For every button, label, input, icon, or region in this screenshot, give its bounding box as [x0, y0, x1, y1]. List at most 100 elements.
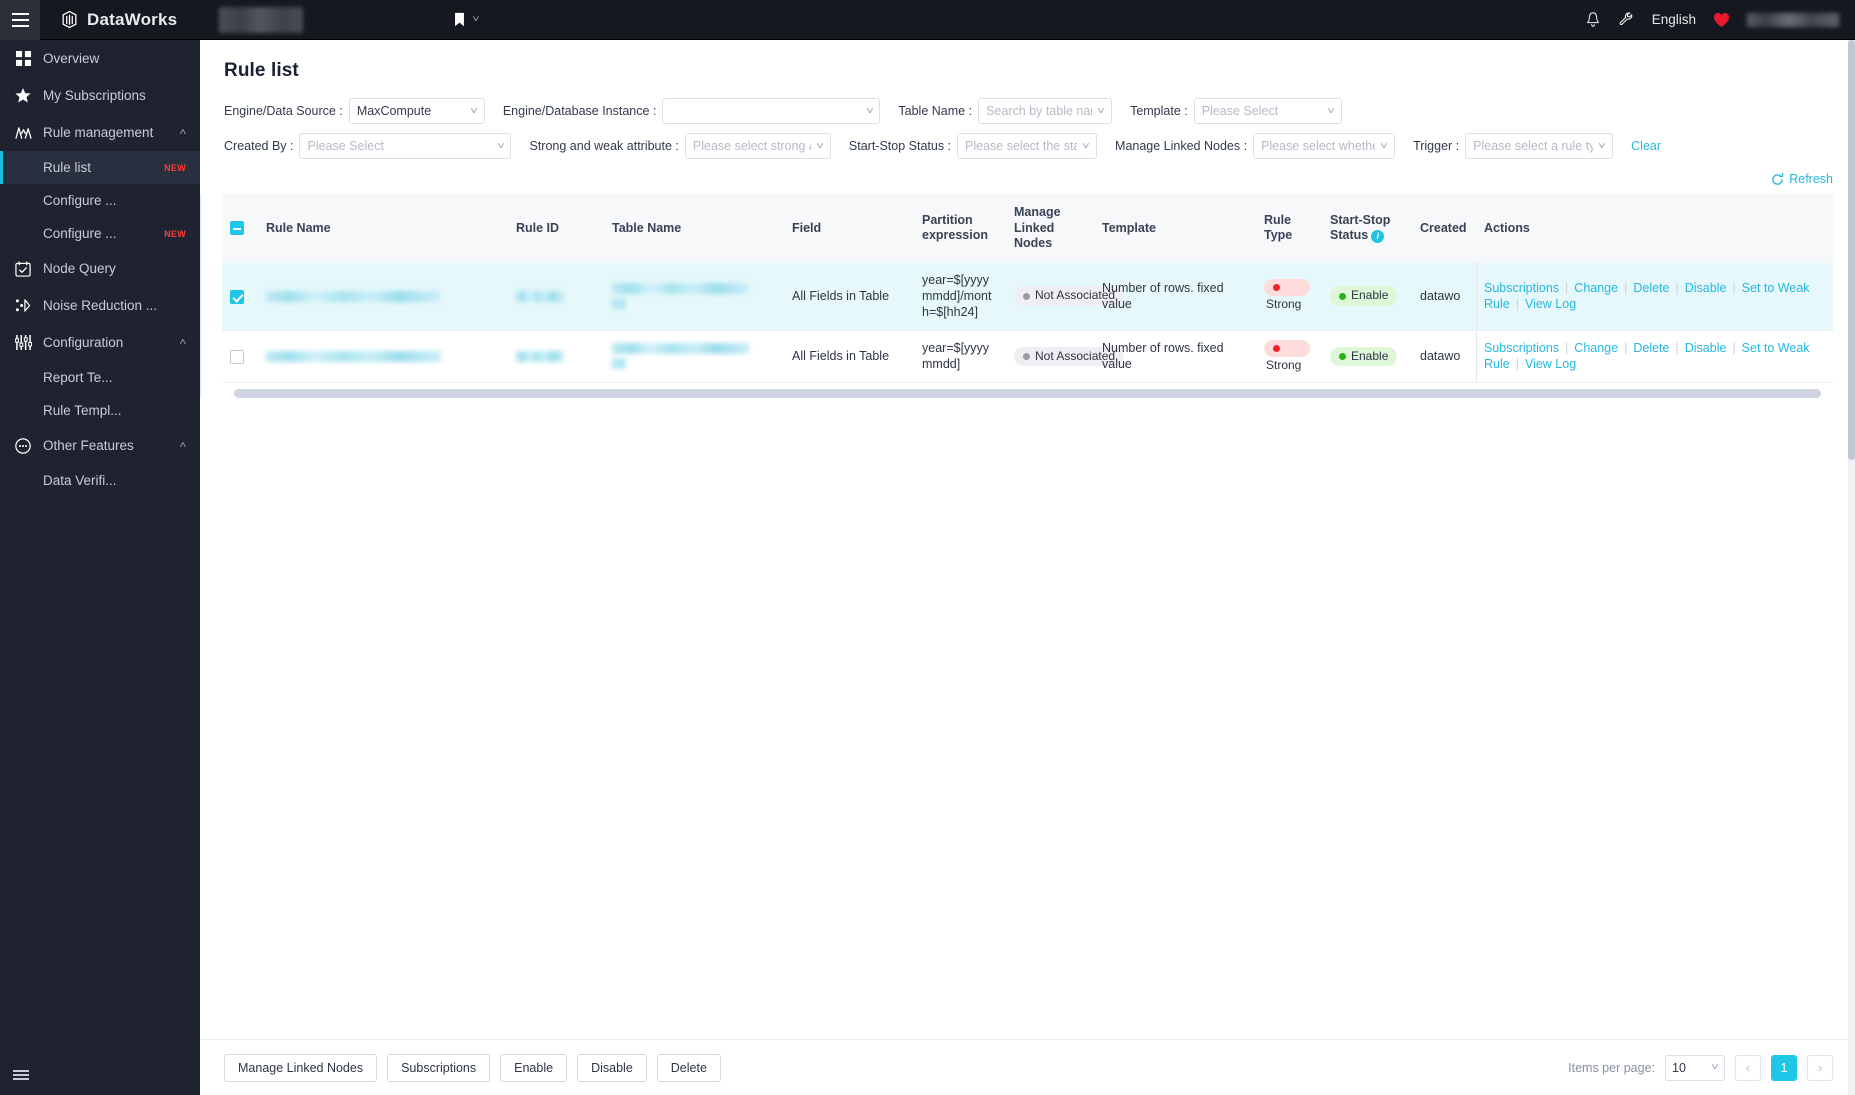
chevron-left-icon: ‹ — [1745, 1060, 1751, 1075]
col-rule-name[interactable]: Rule Name — [258, 194, 508, 263]
wrench-icon[interactable] — [1618, 11, 1635, 28]
page-scrollbar-thumb[interactable] — [1848, 40, 1855, 460]
engine-data-source-select[interactable]: MaxCompute ˅ — [348, 98, 485, 124]
col-template[interactable]: Template — [1094, 194, 1256, 263]
cell-rule-name — [258, 262, 508, 331]
actions-divider — [200, 194, 201, 399]
table-horizontal-scrollbar[interactable] — [234, 389, 1821, 399]
chevron-down-icon: ˅ — [496, 140, 505, 152]
action-disable[interactable]: Disable — [1685, 341, 1727, 355]
username-redacted[interactable] — [1747, 12, 1839, 27]
table-name-redacted — [612, 283, 749, 295]
engine-database-instance-select[interactable]: ˅ — [662, 98, 881, 124]
table-header-row: Rule Name Rule ID Table Name Field Parti… — [200, 194, 1833, 399]
sidebar-collapse-button[interactable] — [0, 1055, 200, 1095]
info-icon[interactable]: i — [1371, 229, 1385, 243]
rule-id-redacted — [516, 350, 564, 362]
table-name-search-select[interactable]: Search by table name ˅ — [978, 98, 1113, 124]
row-checkbox[interactable] — [230, 350, 244, 364]
sidebar-item-label: Overview — [43, 51, 100, 66]
sidebar-item-configure-2[interactable]: Configure ... NEW — [0, 217, 200, 250]
table-row[interactable]: All Fields in Table year=$[yyyymmdd] Not… — [222, 330, 1833, 384]
filter-label: Table Name : — [898, 104, 973, 118]
col-partition-expression[interactable]: Partition expression — [914, 194, 1006, 263]
start-stop-status-select[interactable]: Please select the star ˅ — [957, 133, 1098, 159]
action-separator: | — [1565, 341, 1569, 356]
sidebar-group-rule-management[interactable]: Rule management ˄ — [0, 114, 200, 151]
subscriptions-button[interactable]: Subscriptions — [387, 1053, 491, 1082]
page-number-1[interactable]: 1 — [1771, 1054, 1797, 1081]
filter-label: Engine/Data Source : — [224, 104, 343, 118]
language-selector[interactable]: English — [1652, 12, 1696, 27]
action-subscriptions[interactable]: Subscriptions — [1484, 341, 1559, 355]
sidebar-group-other-features[interactable]: Other Features ˄ — [0, 427, 200, 464]
prev-page-button[interactable]: ‹ — [1735, 1054, 1761, 1081]
sidebar-item-noise-reduction[interactable]: Noise Reduction ... — [0, 287, 200, 324]
sidebar-item-node-query[interactable]: Node Query — [0, 250, 200, 287]
cell-rule-id — [508, 262, 604, 331]
template-select[interactable]: Please Select ˅ — [1193, 98, 1342, 124]
next-page-button[interactable]: › — [1807, 1054, 1833, 1081]
cell-field: All Fields in Table — [784, 330, 914, 384]
action-view-log[interactable]: View Log — [1525, 357, 1576, 371]
trigger-select[interactable]: Please select a rule ty ˅ — [1465, 133, 1614, 159]
enable-button[interactable]: Enable — [500, 1053, 568, 1082]
manage-linked-nodes-select[interactable]: Please select whethe ˅ — [1253, 133, 1396, 159]
menu-toggle-icon[interactable] — [0, 0, 40, 40]
action-subscriptions[interactable]: Subscriptions — [1484, 281, 1559, 295]
delete-button[interactable]: Delete — [656, 1053, 721, 1082]
strong-weak-attribute-select[interactable]: Please select strong a ˅ — [684, 133, 831, 159]
sliders-icon — [14, 335, 32, 350]
manage-linked-nodes-button[interactable]: Manage Linked Nodes — [224, 1053, 378, 1082]
col-rule-type[interactable]: Rule Type — [1256, 194, 1322, 263]
action-change[interactable]: Change — [1574, 281, 1618, 295]
cell-created: datawo — [1412, 262, 1476, 331]
sidebar-item-configure-1[interactable]: Configure ... — [0, 184, 200, 217]
items-per-page-select[interactable]: 10 ˅ — [1665, 1054, 1725, 1081]
clear-filters-button[interactable]: Clear — [1631, 139, 1661, 153]
col-table-name[interactable]: Table Name — [604, 194, 784, 263]
topbar-right-cluster: English — [1585, 11, 1855, 28]
notification-bell-icon[interactable] — [1585, 11, 1601, 28]
disable-button[interactable]: Disable — [577, 1053, 647, 1082]
col-manage-linked-nodes[interactable]: Manage Linked Nodes — [1006, 194, 1094, 263]
refresh-button[interactable]: Refresh — [1771, 172, 1833, 186]
row-checkbox[interactable] — [230, 289, 244, 304]
dataworks-logo-icon — [62, 10, 77, 29]
bookmark-icon — [455, 12, 465, 26]
sidebar-item-report-template[interactable]: Report Te... — [0, 361, 200, 394]
page-scrollbar[interactable] — [1848, 40, 1855, 1095]
sidebar-group-configuration[interactable]: Configuration ˄ — [0, 324, 200, 361]
col-field[interactable]: Field — [784, 194, 914, 263]
brand-logo[interactable]: DataWorks — [60, 10, 177, 30]
items-per-page-value: 10 — [1672, 1060, 1686, 1075]
col-created[interactable]: Created — [1412, 194, 1476, 263]
action-view-log[interactable]: View Log — [1525, 297, 1576, 311]
heart-avatar-icon[interactable] — [1713, 12, 1730, 28]
workspace-name-redacted[interactable] — [219, 6, 304, 33]
select-all-checkbox[interactable] — [230, 221, 244, 236]
sidebar-group-label: Other Features — [43, 438, 134, 453]
table-row[interactable]: All Fields in Table year=$[yyyymmdd]/mon… — [222, 262, 1833, 331]
action-change[interactable]: Change — [1574, 341, 1618, 355]
created-by-select[interactable]: Please Select ˅ — [299, 133, 512, 159]
rule-id-redacted — [516, 290, 564, 302]
bookmark-menu[interactable]: ˅ — [453, 12, 480, 28]
actions-divider — [1476, 262, 1477, 330]
cell-partition-expression: year=$[yyyymmdd]/month=$[hh24] — [914, 262, 1006, 331]
sidebar: Overview My Subscriptions Rule managemen… — [0, 40, 200, 1095]
sidebar-item-label: Noise Reduction ... — [43, 298, 158, 313]
cell-table-name — [604, 262, 784, 331]
filter-label: Manage Linked Nodes : — [1115, 139, 1248, 153]
action-delete[interactable]: Delete — [1633, 341, 1669, 355]
sidebar-item-rule-template[interactable]: Rule Templ... — [0, 394, 200, 427]
action-disable[interactable]: Disable — [1685, 281, 1727, 295]
sidebar-item-data-verification[interactable]: Data Verifi... — [0, 464, 200, 497]
status-dot-icon — [1339, 292, 1346, 300]
sidebar-item-my-subscriptions[interactable]: My Subscriptions — [0, 77, 200, 114]
sidebar-item-rule-list[interactable]: Rule list NEW — [0, 151, 200, 184]
action-delete[interactable]: Delete — [1633, 281, 1669, 295]
col-start-stop-status[interactable]: Start-Stop Status i — [1322, 194, 1412, 263]
sidebar-item-overview[interactable]: Overview — [0, 40, 200, 77]
col-rule-id[interactable]: Rule ID — [508, 194, 604, 263]
